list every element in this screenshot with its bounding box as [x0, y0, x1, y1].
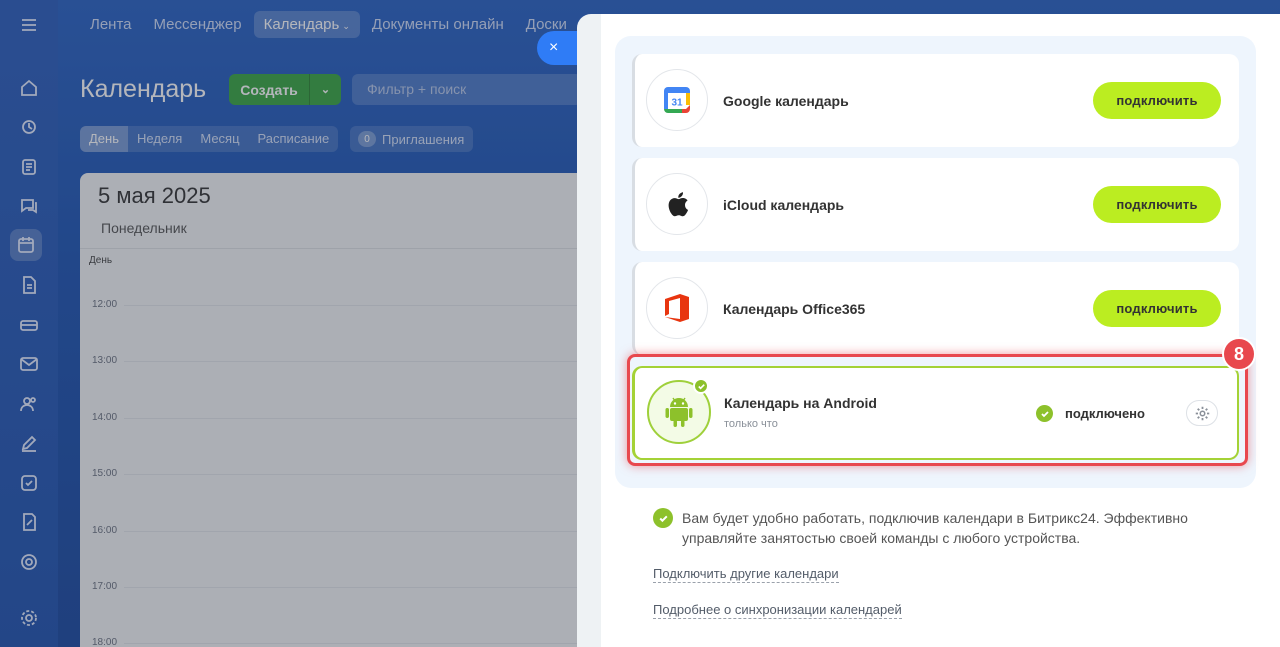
hint-text: Вам будет удобно работать, подключив кал…	[682, 510, 1188, 546]
connect-other-calendars-link[interactable]: Подключить другие календари	[653, 566, 839, 583]
svg-text:31: 31	[671, 98, 683, 109]
sync-hint: Вам будет удобно работать, подключив кал…	[653, 508, 1213, 548]
check-icon	[653, 508, 673, 528]
calendar-name: iCloud календарь	[723, 197, 845, 213]
close-icon: ×	[549, 39, 559, 56]
step-badge: 8	[1222, 337, 1256, 371]
calendar-name: Календарь Office365	[723, 301, 866, 317]
slider-content: 31 Google календарь подключить iCloud ка…	[601, 14, 1280, 647]
connect-google-button[interactable]: подключить	[1093, 82, 1221, 119]
google-calendar-card: 31 Google календарь подключить	[632, 54, 1239, 147]
calendar-name: Google календарь	[723, 93, 849, 109]
office365-calendar-card: Календарь Office365 подключить	[632, 262, 1239, 355]
icloud-calendar-card: iCloud календарь подключить	[632, 158, 1239, 251]
calendar-sync-slider: 31 Google календарь подключить iCloud ка…	[577, 14, 1280, 647]
highlight-frame	[627, 354, 1248, 466]
google-calendar-icon: 31	[646, 69, 708, 131]
connect-office365-button[interactable]: подключить	[1093, 290, 1221, 327]
close-slider-button[interactable]: ×	[537, 31, 581, 65]
sync-details-link[interactable]: Подробнее о синхронизации календарей	[653, 602, 902, 619]
connect-icloud-button[interactable]: подключить	[1093, 186, 1221, 223]
apple-icon	[646, 173, 708, 235]
office365-icon	[646, 277, 708, 339]
